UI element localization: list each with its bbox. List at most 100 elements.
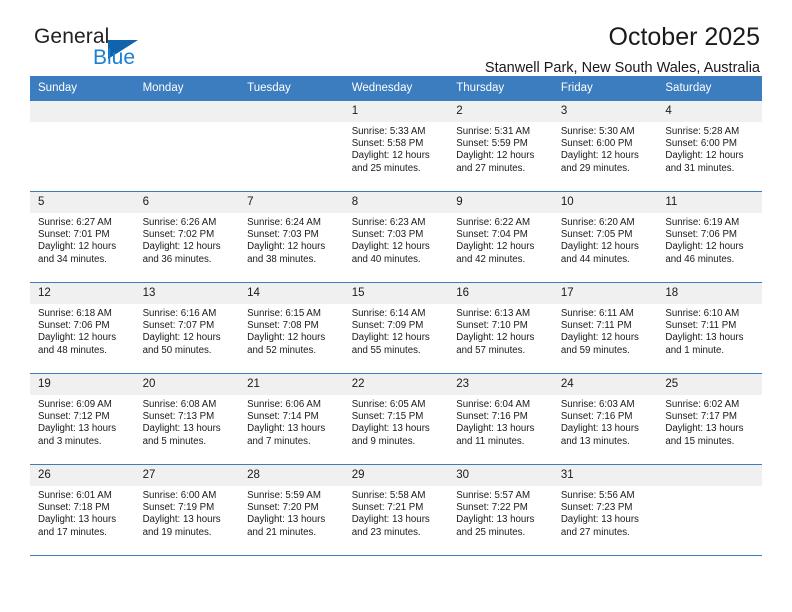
day-cell[interactable]: 24 Sunrise: 6:03 AM Sunset: 7:16 PM Dayligh… [552, 374, 658, 464]
day-cell[interactable]: 6 Sunrise: 6:26 AM Sunset: 7:02 PM Daylight… [134, 192, 240, 282]
day-details: Sunrise: 5:30 AM Sunset: 6:00 PM Daylight:… [553, 122, 658, 175]
sunrise-time: Sunrise: 6:19 AM [665, 217, 740, 228]
sunset-time: Sunset: 6:00 PM [665, 138, 737, 150]
daylight-duration-line2: and 21 minutes. [247, 526, 317, 538]
day-cell[interactable]: 11 Sunrise: 6:19 AM Sunset: 7:06 PM Dayligh… [657, 192, 762, 282]
day-details: Sunrise: 5:28 AM Sunset: 6:00 PM Daylight:… [657, 122, 762, 175]
calendar-cell: 25 Sunrise: 6:02 AM Sunset: 7:17 PM Dayligh… [657, 373, 762, 465]
day-cell[interactable]: 29 Sunrise: 5:58 AM Sunset: 7:21 PM Dayligh… [343, 465, 449, 555]
day-cell[interactable]: 3 Sunrise: 5:30 AM Sunset: 6:00 PM Daylight… [552, 101, 658, 191]
day-cell[interactable]: 9 Sunrise: 6:22 AM Sunset: 7:04 PM Daylight… [448, 192, 553, 282]
daylight-duration-line1: Daylight: 13 hours [351, 423, 430, 435]
day-cell[interactable]: 2 Sunrise: 5:31 AM Sunset: 5:59 PM Daylight… [448, 101, 553, 191]
day-cell[interactable]: 16 Sunrise: 6:13 AM Sunset: 7:10 PM Dayligh… [448, 283, 553, 373]
weekday-header-friday: Friday [552, 76, 658, 101]
sunrise-time: Sunrise: 5:30 AM [560, 126, 635, 137]
day-cell[interactable]: 30 Sunrise: 5:57 AM Sunset: 7:22 PM Dayligh… [448, 465, 553, 555]
day-details: Sunrise: 6:14 AM Sunset: 7:09 PM Daylight:… [344, 304, 449, 357]
day-cell[interactable]: 15 Sunrise: 6:14 AM Sunset: 7:09 PM Dayligh… [343, 283, 449, 373]
day-cell[interactable]: 4 Sunrise: 5:28 AM Sunset: 6:00 PM Daylight… [657, 101, 762, 191]
day-cell[interactable]: 14 Sunrise: 6:15 AM Sunset: 7:08 PM Dayligh… [239, 283, 344, 373]
day-details: Sunrise: 6:19 AM Sunset: 7:06 PM Daylight:… [657, 213, 762, 266]
calendar-cell: 16 Sunrise: 6:13 AM Sunset: 7:10 PM Dayligh… [448, 282, 553, 374]
day-cell[interactable]: 26 Sunrise: 6:01 AM Sunset: 7:18 PM Dayligh… [30, 465, 135, 555]
day-number: 7 [239, 192, 344, 213]
sunrise-time: Sunrise: 6:11 AM [560, 308, 634, 319]
day-cell[interactable]: 25 Sunrise: 6:02 AM Sunset: 7:17 PM Dayligh… [657, 374, 762, 464]
day-number: 27 [134, 465, 240, 486]
daylight-duration-line1: Daylight: 13 hours [38, 423, 117, 435]
day-cell[interactable]: 17 Sunrise: 6:11 AM Sunset: 7:11 PM Dayligh… [552, 283, 658, 373]
calendar-cell: 1 Sunrise: 5:33 AM Sunset: 5:58 PM Daylight… [343, 100, 449, 192]
day-cell[interactable]: 18 Sunrise: 6:10 AM Sunset: 7:11 PM Dayligh… [657, 283, 762, 373]
calendar-cell: 7 Sunrise: 6:24 AM Sunset: 7:03 PM Daylight… [239, 191, 344, 283]
daylight-duration-line1: Daylight: 12 hours [247, 241, 326, 253]
empty-day-cell [657, 465, 762, 555]
daylight-duration-line1: Daylight: 12 hours [665, 150, 744, 162]
day-number: 13 [134, 283, 240, 304]
day-details: Sunrise: 6:27 AM Sunset: 7:01 PM Daylight:… [30, 213, 135, 266]
calendar-cell: 26 Sunrise: 6:01 AM Sunset: 7:18 PM Dayligh… [30, 464, 135, 556]
sunset-time: Sunset: 7:07 PM [142, 320, 215, 332]
logo-text-blue: Blue [93, 46, 136, 69]
calendar-cell: 28 Sunrise: 5:59 AM Sunset: 7:20 PM Dayligh… [239, 464, 344, 556]
calendar-cell: 22 Sunrise: 6:05 AM Sunset: 7:15 PM Dayligh… [343, 373, 449, 465]
day-cell[interactable]: 31 Sunrise: 5:56 AM Sunset: 7:23 PM Dayligh… [552, 465, 658, 555]
sunset-time: Sunset: 5:59 PM [456, 138, 528, 150]
daylight-duration-line2: and 42 minutes. [456, 253, 526, 265]
calendar-cell: 5 Sunrise: 6:27 AM Sunset: 7:01 PM Daylight… [30, 191, 135, 283]
calendar-cell: 14 Sunrise: 6:15 AM Sunset: 7:08 PM Dayligh… [239, 282, 344, 374]
general-blue-logo[interactable]: General Blue [34, 26, 154, 72]
sunset-time: Sunset: 7:04 PM [456, 229, 528, 241]
weekday-header-wednesday: Wednesday [343, 76, 449, 101]
calendar-week-row: 5 Sunrise: 6:27 AM Sunset: 7:01 PM Daylight… [30, 191, 762, 283]
sunrise-time: Sunrise: 5:33 AM [351, 126, 426, 137]
day-cell[interactable]: 12 Sunrise: 6:18 AM Sunset: 7:06 PM Dayligh… [30, 283, 135, 373]
sunset-time: Sunset: 7:20 PM [247, 502, 319, 514]
calendar-cell: 12 Sunrise: 6:18 AM Sunset: 7:06 PM Dayligh… [30, 282, 135, 374]
day-cell[interactable]: 21 Sunrise: 6:06 AM Sunset: 7:14 PM Dayligh… [239, 374, 344, 464]
day-number: 18 [657, 283, 762, 304]
calendar-cell: 30 Sunrise: 5:57 AM Sunset: 7:22 PM Dayligh… [448, 464, 553, 556]
day-cell[interactable]: 10 Sunrise: 6:20 AM Sunset: 7:05 PM Dayligh… [552, 192, 658, 282]
sunset-time: Sunset: 7:11 PM [560, 320, 632, 332]
day-cell[interactable]: 20 Sunrise: 6:08 AM Sunset: 7:13 PM Dayligh… [134, 374, 240, 464]
page-subtitle: Stanwell Park, New South Wales, Australi… [484, 60, 760, 76]
day-number: 2 [448, 101, 553, 122]
day-cell[interactable]: 22 Sunrise: 6:05 AM Sunset: 7:15 PM Dayligh… [343, 374, 449, 464]
day-cell[interactable]: 8 Sunrise: 6:23 AM Sunset: 7:03 PM Daylight… [343, 192, 449, 282]
daylight-duration-line1: Daylight: 12 hours [456, 150, 535, 162]
day-cell[interactable]: 1 Sunrise: 5:33 AM Sunset: 5:58 PM Daylight… [343, 101, 449, 191]
calendar-cell: 21 Sunrise: 6:06 AM Sunset: 7:14 PM Dayligh… [239, 373, 344, 465]
day-number [30, 101, 135, 122]
sunrise-time: Sunrise: 6:22 AM [456, 217, 531, 228]
sunrise-sunset-calendar: Sunday Monday Tuesday Wednesday Thursday… [30, 76, 762, 556]
weekday-header-thursday: Thursday [448, 76, 553, 101]
day-details: Sunrise: 5:59 AM Sunset: 7:20 PM Daylight:… [239, 486, 344, 539]
sunrise-time: Sunrise: 6:14 AM [351, 308, 426, 319]
day-cell[interactable]: 23 Sunrise: 6:04 AM Sunset: 7:16 PM Dayligh… [448, 374, 553, 464]
daylight-duration-line1: Daylight: 13 hours [247, 423, 326, 435]
calendar-cell: 2 Sunrise: 5:31 AM Sunset: 5:59 PM Daylight… [448, 100, 553, 192]
day-cell[interactable]: 28 Sunrise: 5:59 AM Sunset: 7:20 PM Dayligh… [239, 465, 344, 555]
day-number [239, 101, 344, 122]
day-cell[interactable]: 19 Sunrise: 6:09 AM Sunset: 7:12 PM Dayligh… [30, 374, 135, 464]
daylight-duration-line1: Daylight: 12 hours [560, 241, 639, 253]
day-number: 23 [448, 374, 553, 395]
calendar-cell: 18 Sunrise: 6:10 AM Sunset: 7:11 PM Dayligh… [657, 282, 762, 374]
day-number: 8 [343, 192, 449, 213]
sunrise-time: Sunrise: 6:23 AM [351, 217, 426, 228]
sunrise-time: Sunrise: 5:58 AM [351, 490, 426, 501]
daylight-duration-line1: Daylight: 12 hours [142, 332, 221, 344]
sunset-time: Sunset: 7:12 PM [38, 411, 110, 423]
day-details: Sunrise: 6:18 AM Sunset: 7:06 PM Daylight:… [30, 304, 135, 357]
daylight-duration-line2: and 36 minutes. [142, 253, 212, 265]
daylight-duration-line1: Daylight: 13 hours [665, 332, 744, 344]
calendar-cell: 17 Sunrise: 6:11 AM Sunset: 7:11 PM Dayligh… [552, 282, 658, 374]
day-number: 22 [343, 374, 449, 395]
day-cell[interactable]: 5 Sunrise: 6:27 AM Sunset: 7:01 PM Daylight… [30, 192, 135, 282]
sunset-time: Sunset: 7:16 PM [560, 411, 633, 423]
day-cell[interactable]: 7 Sunrise: 6:24 AM Sunset: 7:03 PM Daylight… [239, 192, 344, 282]
day-cell[interactable]: 27 Sunrise: 6:00 AM Sunset: 7:19 PM Dayligh… [134, 465, 240, 555]
day-cell[interactable]: 13 Sunrise: 6:16 AM Sunset: 7:07 PM Dayligh… [134, 283, 240, 373]
